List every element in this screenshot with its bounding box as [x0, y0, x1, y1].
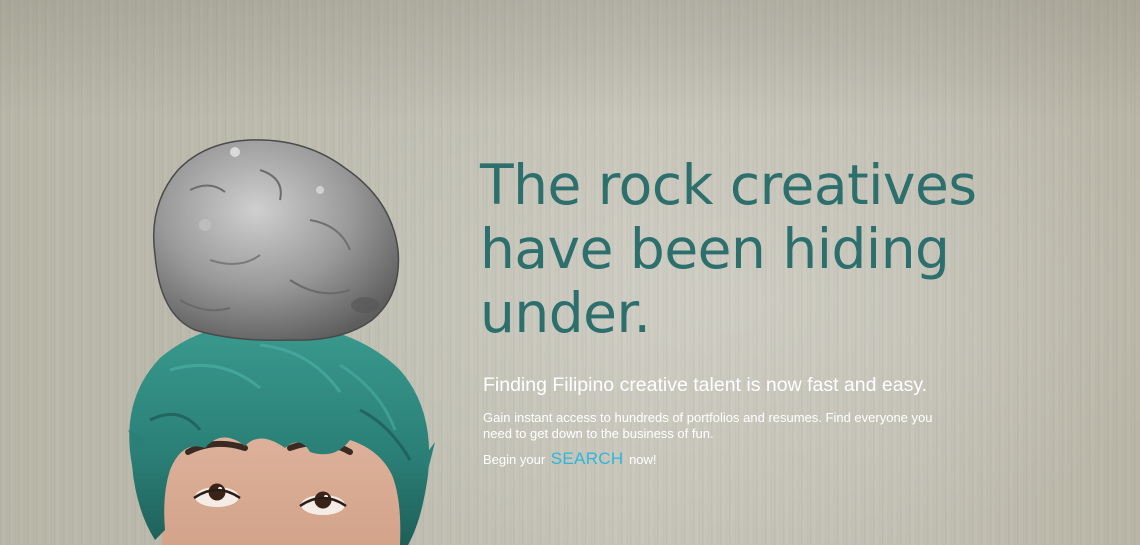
person-with-rock-illustration [110, 130, 450, 545]
cta-prefix: Begin your [483, 452, 546, 467]
illustration-svg [128, 139, 435, 545]
search-link[interactable]: SEARCH [549, 449, 626, 468]
headline-line-3: under. [480, 281, 651, 345]
hero-banner: The rock creatives have been hiding unde… [0, 0, 1140, 545]
background-shade [0, 0, 1140, 120]
hero-tagline: Finding Filipino creative talent is now … [483, 374, 928, 396]
call-to-action: Begin your SEARCH now! [483, 449, 657, 469]
rock-icon [152, 139, 400, 342]
hero-headline: The rock creatives have been hiding unde… [480, 153, 1040, 345]
headline-line-2: have been hiding [480, 217, 950, 281]
cta-suffix: now! [629, 452, 657, 467]
headline-line-1: The rock creatives [480, 153, 977, 217]
hero-description: Gain instant access to hundreds of portf… [483, 410, 933, 441]
